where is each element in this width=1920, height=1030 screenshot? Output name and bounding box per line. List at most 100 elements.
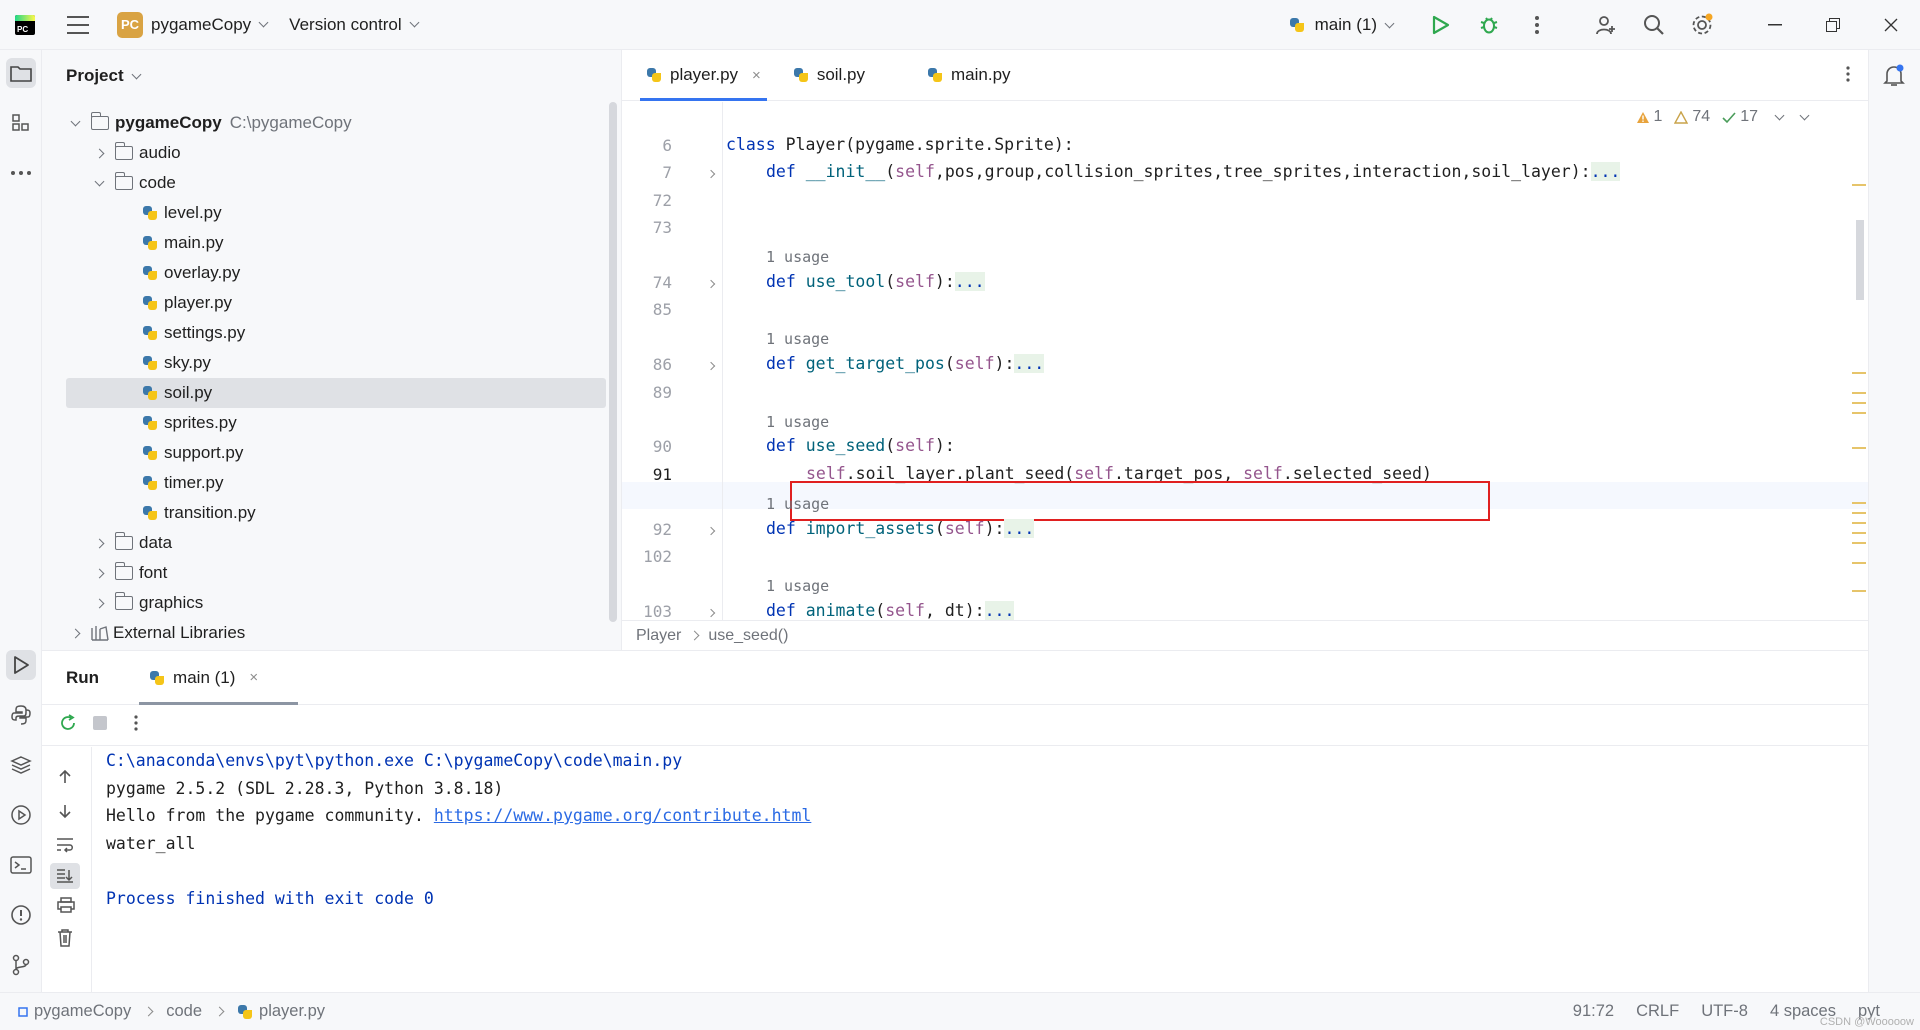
python-console-icon[interactable] (6, 700, 36, 730)
run-tab-main[interactable]: main (1) × (139, 651, 299, 705)
fold-arrow-icon[interactable] (706, 608, 716, 618)
rerun-icon[interactable] (58, 713, 78, 738)
inspection-widget[interactable]: 1 74 17 (1636, 108, 1810, 126)
tree-item-graphics[interactable]: graphics (94, 588, 203, 618)
tree-item-file[interactable]: main.py (142, 228, 224, 258)
folder-icon (114, 532, 133, 550)
line-separator[interactable]: CRLF (1636, 1002, 1679, 1021)
usage-hint[interactable]: 1 usage (766, 577, 829, 595)
tab-options-icon[interactable] (1846, 66, 1850, 87)
tree-item-font[interactable]: font (94, 558, 167, 588)
project-tool-icon[interactable] (6, 58, 36, 88)
structure-tool-icon[interactable] (6, 108, 36, 138)
collapse-arrow-icon (94, 176, 105, 187)
module-icon (18, 1006, 28, 1017)
run-side-toolbar (42, 747, 92, 993)
breadcrumb-item[interactable]: Player (636, 627, 681, 645)
tree-item-file[interactable]: sky.py (142, 348, 211, 378)
tab-main-py[interactable]: main.py (911, 50, 1027, 100)
arrow-up-icon[interactable] (57, 769, 73, 790)
tree-item-file[interactable]: timer.py (142, 468, 224, 498)
tree-item-code[interactable]: code (94, 168, 176, 198)
file-encoding[interactable]: UTF-8 (1701, 1002, 1748, 1021)
trash-icon[interactable] (57, 929, 73, 952)
close-tab-icon[interactable]: × (752, 67, 761, 84)
tab-soil-py[interactable]: soil.py (777, 50, 881, 100)
code-line: def use_tool(self):... (766, 272, 985, 291)
tree-item-file[interactable]: overlay.py (142, 258, 240, 288)
python-icon (1289, 17, 1305, 33)
restore-window-button[interactable] (1804, 0, 1862, 50)
arrow-down-icon[interactable] (57, 803, 73, 824)
close-tab-icon[interactable]: × (249, 669, 258, 686)
print-icon[interactable] (57, 897, 75, 918)
python-file-icon (142, 445, 158, 461)
caret-position[interactable]: 91:72 (1573, 1002, 1614, 1021)
minimize-window-button[interactable] (1746, 0, 1804, 50)
status-path-item[interactable]: code (166, 1002, 202, 1021)
close-window-button[interactable] (1862, 0, 1920, 50)
usage-hint[interactable]: 1 usage (766, 248, 829, 266)
run-panel-title: Run (66, 667, 100, 687)
status-breadcrumb: pygameCopy code player.py (0, 1002, 325, 1021)
scroll-to-end-icon[interactable] (50, 863, 80, 889)
debug-button[interactable] (1474, 10, 1504, 40)
git-icon[interactable] (6, 950, 36, 980)
main-menu-icon[interactable] (67, 15, 89, 34)
more-actions-icon[interactable] (134, 715, 138, 736)
tree-item-file[interactable]: sprites.py (142, 408, 237, 438)
run-tool-icon[interactable] (6, 650, 36, 680)
tree-item-file[interactable]: transition.py (142, 498, 256, 528)
tree-item-file[interactable]: player.py (142, 288, 232, 318)
project-panel-header[interactable]: Project (42, 50, 621, 102)
run-toolbar (42, 706, 1868, 746)
settings-gear-icon[interactable] (1687, 10, 1717, 40)
tree-item-external-libraries[interactable]: External Libraries (70, 618, 245, 648)
fold-arrow-icon[interactable] (706, 526, 716, 536)
fold-arrow-icon[interactable] (706, 279, 716, 289)
breadcrumb-item[interactable]: use_seed() (708, 627, 788, 645)
search-icon[interactable] (1639, 10, 1669, 40)
usage-hint[interactable]: 1 usage (766, 495, 829, 513)
usage-hint[interactable]: 1 usage (766, 330, 829, 348)
tree-item-file[interactable]: settings.py (142, 318, 245, 348)
project-badge[interactable]: PC (117, 11, 143, 38)
chevron-up-icon[interactable] (1774, 110, 1785, 120)
chevron-down-icon[interactable] (1799, 110, 1810, 120)
tab-player-py[interactable]: player.py × (630, 50, 777, 101)
version-control-menu[interactable]: Version control (289, 15, 401, 35)
problems-icon[interactable] (6, 900, 36, 930)
services-icon[interactable] (6, 800, 36, 830)
more-actions-icon[interactable] (1522, 10, 1552, 40)
notifications-icon[interactable] (1883, 64, 1905, 93)
status-path-item[interactable]: pygameCopy (34, 1002, 131, 1021)
warning-icon (1674, 110, 1689, 124)
terminal-icon[interactable] (6, 850, 36, 880)
more-tools-icon[interactable] (6, 158, 36, 188)
python-packages-icon[interactable] (6, 750, 36, 780)
tree-item-file[interactable]: support.py (142, 438, 243, 468)
error-stripe[interactable] (1850, 102, 1868, 620)
project-scrollbar[interactable] (609, 102, 617, 622)
run-button[interactable] (1426, 10, 1456, 40)
tree-item-file-selected[interactable]: soil.py (66, 378, 606, 408)
tree-item-data[interactable]: data (94, 528, 172, 558)
tree-root[interactable]: pygameCopy C:\pygameCopy (70, 108, 352, 138)
stop-icon[interactable] (92, 715, 108, 736)
fold-arrow-icon[interactable] (706, 361, 716, 371)
console-output[interactable]: C:\anaconda\envs\pyt\python.exe C:\pygam… (106, 751, 811, 916)
soft-wrap-icon[interactable] (56, 837, 74, 858)
tree-item-file[interactable]: level.py (142, 198, 222, 228)
tree-item-audio[interactable]: audio (94, 138, 181, 168)
run-config-selector[interactable]: main (1) (1289, 15, 1395, 35)
project-selector[interactable]: pygameCopy (151, 15, 251, 35)
code-area[interactable]: 6 7 72 73 74 85 86 89 90 91 92 102 103 1… (622, 102, 1868, 620)
console-line: C:\anaconda\envs\pyt\python.exe C:\pygam… (106, 751, 683, 770)
console-link[interactable]: https://www.pygame.org/contribute.html (434, 806, 812, 825)
add-user-icon[interactable] (1591, 10, 1621, 40)
left-tool-strip (0, 50, 42, 992)
usage-hint[interactable]: 1 usage (766, 413, 829, 431)
fold-arrow-icon[interactable] (706, 169, 716, 179)
status-path-item[interactable]: player.py (259, 1002, 325, 1021)
pycharm-logo-icon: PC (15, 14, 35, 35)
